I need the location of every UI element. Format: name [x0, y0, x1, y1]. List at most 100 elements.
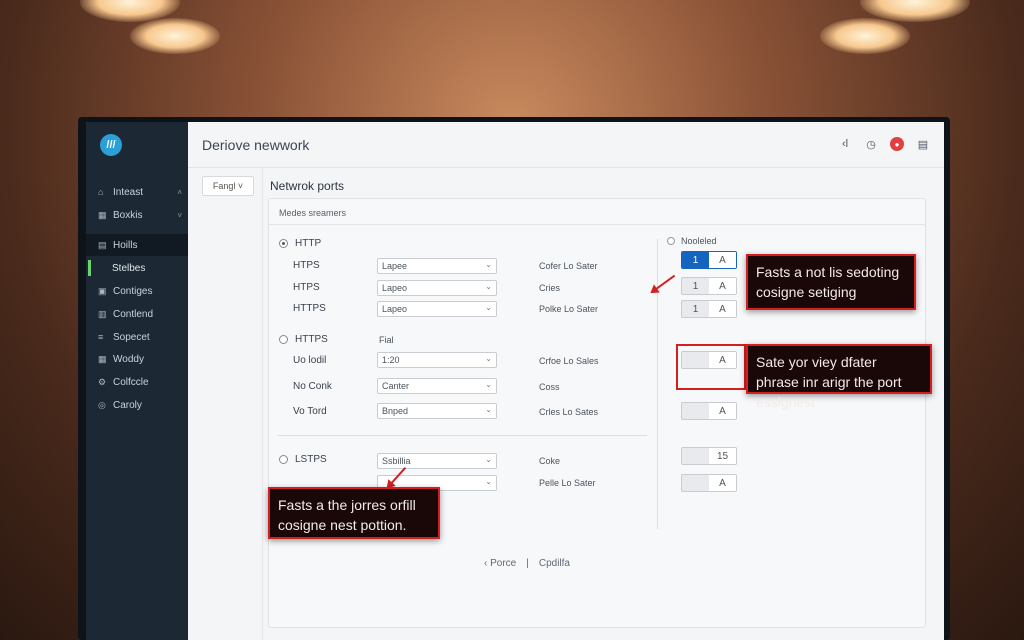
sidebar-item-label: Inteast	[113, 186, 144, 198]
toggle-option[interactable]: A	[709, 301, 736, 317]
row-value: Coss	[539, 382, 560, 392]
toggle-option[interactable]	[682, 403, 709, 419]
annotation-callout: Fasts a the jorres orfill cosigne nest p…	[268, 487, 440, 539]
select-value: Bnped	[382, 406, 409, 416]
row-label: HTTPS	[293, 303, 326, 314]
host-icon: ▤	[98, 239, 107, 250]
chevron-down-icon: ⌄	[485, 260, 492, 269]
pagination: ‹ Porce | Cpdilfa	[484, 558, 570, 569]
clock-icon[interactable]: ◷	[864, 137, 878, 151]
ceiling-light	[820, 18, 910, 54]
mode-toggle[interactable]: A	[681, 474, 737, 492]
toggle-option[interactable]: A	[709, 475, 736, 491]
select-value: 1:20	[382, 355, 400, 365]
chevron-down-icon: ⌄	[485, 405, 492, 414]
annotation-callout: Sate yor viey dfater phrase inr arigr th…	[746, 344, 932, 410]
select-value: Ssbillia	[382, 456, 411, 466]
select-value: Lapeo	[382, 283, 408, 293]
sidebar-item-label: Contlend	[113, 308, 154, 320]
topbar: Deriove newwork ‹l ◷ ● ▤	[188, 122, 944, 168]
http-radio[interactable]	[279, 239, 288, 248]
annotation-callout: Fasts a not lis sedoting cosigne setigin…	[746, 254, 916, 310]
mode-toggle[interactable]: 1A	[681, 277, 737, 295]
sidebar-item-sopecet[interactable]: ≡ Sopecet	[86, 326, 188, 348]
sidebar-item-label: Stelbes	[112, 262, 146, 274]
sidebar-item-caroly[interactable]: ◎ Caroly	[86, 394, 188, 416]
port-select[interactable]: Ssbillia ⌄	[377, 453, 497, 469]
toggle-option[interactable]	[682, 448, 709, 464]
prev-page-button[interactable]: ‹ Porce	[484, 558, 516, 569]
sidebar-item-colfccle[interactable]: ⚙ Colfccle	[86, 371, 188, 393]
row-label: Uo lodil	[293, 355, 327, 366]
back-icon[interactable]: ‹l	[838, 137, 852, 151]
row-value: Crles Lo Sates	[539, 407, 599, 417]
column-header: Fial	[379, 335, 394, 345]
app-logo-icon[interactable]: ///	[100, 134, 122, 156]
port-select[interactable]: Lapeo ⌄	[377, 301, 497, 317]
mode-toggle[interactable]: 1A	[681, 300, 737, 318]
row-label: Vo Tord	[293, 406, 327, 417]
sidebar-item-contiges[interactable]: ▣ Contiges	[86, 280, 188, 302]
port-select[interactable]: 1:20 ⌄	[377, 352, 497, 368]
sidebar-item-inteast[interactable]: ⌂ Inteast ˄	[86, 181, 188, 203]
toggle-option[interactable]: A	[709, 403, 736, 419]
chevron-down-icon: ⌄	[485, 477, 492, 486]
content-icon: ▥	[98, 308, 107, 319]
chevron-down-icon: ⌄	[485, 380, 492, 389]
chevron-down-icon: ⌄	[485, 303, 492, 312]
notified-checkbox[interactable]	[667, 237, 675, 245]
grid-icon: ▦	[98, 209, 107, 220]
select-value: Canter	[382, 381, 410, 391]
sidebar-item-label: Boxkis	[113, 209, 143, 221]
column-divider	[262, 168, 263, 640]
mode-toggle[interactable]: 15	[681, 447, 737, 465]
row-label: HTPS	[293, 260, 320, 271]
sidebar-item-woddy[interactable]: ▦ Woddy	[86, 348, 188, 370]
chevron-down-icon: ˅	[177, 210, 182, 220]
port-select[interactable]: Bnped ⌄	[377, 403, 497, 419]
sidebar-item-stelbes[interactable]: Stelbes	[86, 257, 188, 279]
row-value: Coke	[539, 456, 561, 466]
row-value: Crfoe Lo Sales	[539, 356, 599, 366]
toggle-option[interactable]: 15	[709, 448, 736, 464]
chevron-down-icon: ⌄	[485, 354, 492, 363]
list-icon: ≡	[98, 332, 104, 342]
select-value: Lapee	[382, 261, 408, 271]
top-icons: ‹l ◷ ● ▤	[838, 137, 930, 151]
port-select[interactable]: Lapee ⌄	[377, 258, 497, 274]
toggle-option[interactable]: A	[709, 252, 736, 268]
toggle-option[interactable]: A	[709, 278, 736, 294]
port-select[interactable]: Canter ⌄	[377, 378, 497, 394]
sidebar-item-label: Contiges	[113, 285, 153, 297]
filter-dropdown[interactable]: Fangl ˅	[202, 176, 254, 196]
divider	[277, 435, 647, 436]
sidebar-item-hoills[interactable]: ▤ Hoills	[86, 234, 188, 256]
row-value: Cofer Lo Sater	[539, 261, 598, 271]
toggle-option[interactable]: 1	[682, 252, 709, 268]
lstps-radio[interactable]	[279, 455, 288, 464]
alert-icon[interactable]: ●	[890, 137, 904, 151]
divider	[657, 239, 658, 529]
home-icon: ⌂	[98, 187, 104, 197]
pager-separator: |	[526, 558, 529, 569]
gear-icon: ⚙	[98, 376, 107, 387]
select-value: Lapeo	[382, 304, 408, 314]
table-icon: ▦	[98, 353, 107, 364]
sidebar-item-boxkis[interactable]: ▦ Boxkis ˅	[86, 204, 188, 226]
https-radio[interactable]	[279, 335, 288, 344]
mode-toggle[interactable]: A	[681, 402, 737, 420]
calendar-icon[interactable]: ▤	[916, 137, 930, 151]
mode-toggle[interactable]: 1A	[681, 251, 737, 269]
sidebar: /// ⌂ Inteast ˄ ▦ Boxkis ˅ ▤ Hoills Stel…	[86, 122, 188, 640]
toggle-option[interactable]: 1	[682, 301, 709, 317]
row-value: Cries	[539, 283, 561, 293]
toggle-option[interactable]	[682, 475, 709, 491]
panel-header: Medes sreamers	[269, 199, 925, 225]
sidebar-item-label: Caroly	[113, 399, 142, 411]
port-select[interactable]: Lapeo ⌄	[377, 280, 497, 296]
page-title: Deriove newwork	[202, 136, 310, 153]
toggle-option[interactable]: 1	[682, 278, 709, 294]
sidebar-item-contlend[interactable]: ▥ Contlend	[86, 303, 188, 325]
row-value: Pelle Lo Sater	[539, 478, 596, 488]
next-page-button[interactable]: Cpdilfa	[539, 558, 570, 569]
